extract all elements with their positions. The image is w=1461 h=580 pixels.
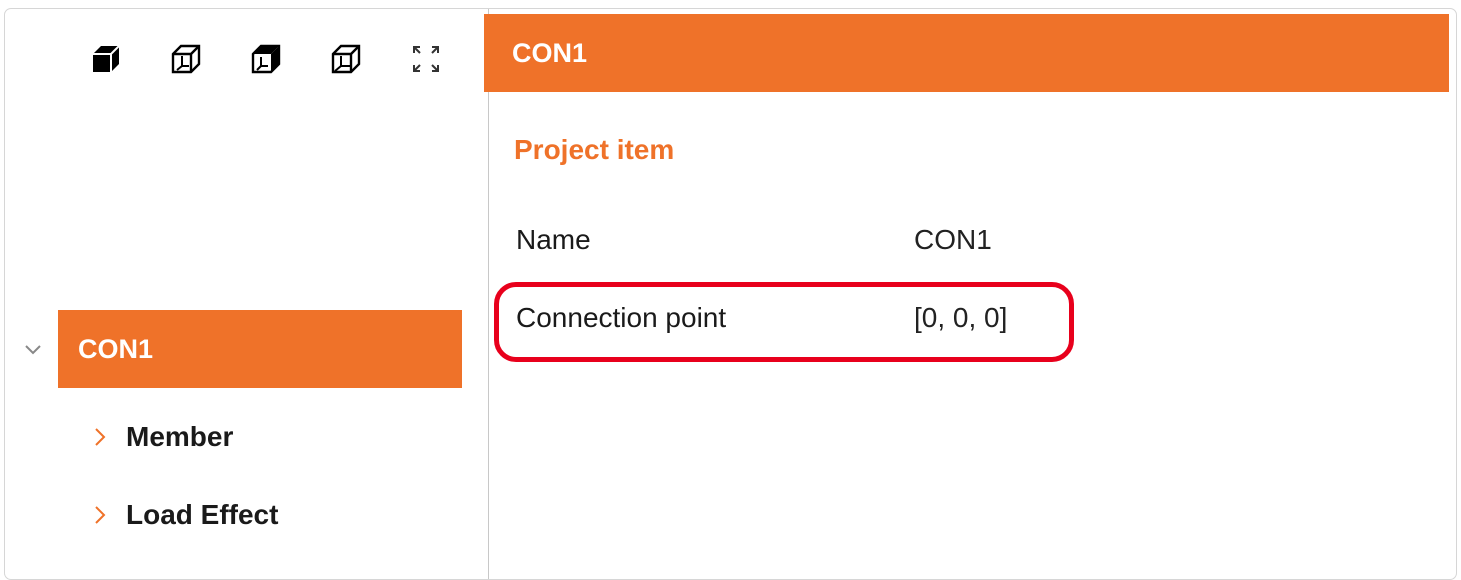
tree-item-selected[interactable]: CON1	[58, 310, 462, 388]
view-toolbar	[86, 42, 446, 76]
tree-item-label: CON1	[78, 333, 154, 364]
property-row-name: Name CON1	[516, 224, 1116, 264]
property-value[interactable]: CON1	[914, 224, 992, 256]
solid-cube-icon[interactable]	[86, 42, 126, 76]
tree-item-load-effect[interactable]: Load Effect	[92, 476, 472, 554]
outline-cube-icon[interactable]	[326, 42, 366, 76]
chevron-down-icon[interactable]	[22, 338, 44, 360]
property-label: Name	[516, 224, 591, 255]
tree-item-member[interactable]: Member	[92, 398, 472, 476]
wireframe-cube-icon[interactable]	[166, 42, 206, 76]
detail-title: CON1	[512, 37, 588, 68]
pane-divider[interactable]	[488, 9, 489, 579]
tree-item-label: Member	[126, 421, 234, 452]
tree-item-con1[interactable]: CON1	[0, 310, 484, 388]
chevron-right-icon[interactable]	[92, 426, 108, 448]
section-title: Project item	[514, 134, 675, 165]
shaded-cube-icon[interactable]	[246, 42, 286, 76]
chevron-right-icon[interactable]	[92, 504, 108, 526]
detail-header: CON1	[484, 14, 1449, 92]
fullscreen-icon[interactable]	[406, 42, 446, 76]
tree-item-label: Load Effect	[126, 499, 279, 530]
highlight-annotation	[494, 282, 1074, 362]
